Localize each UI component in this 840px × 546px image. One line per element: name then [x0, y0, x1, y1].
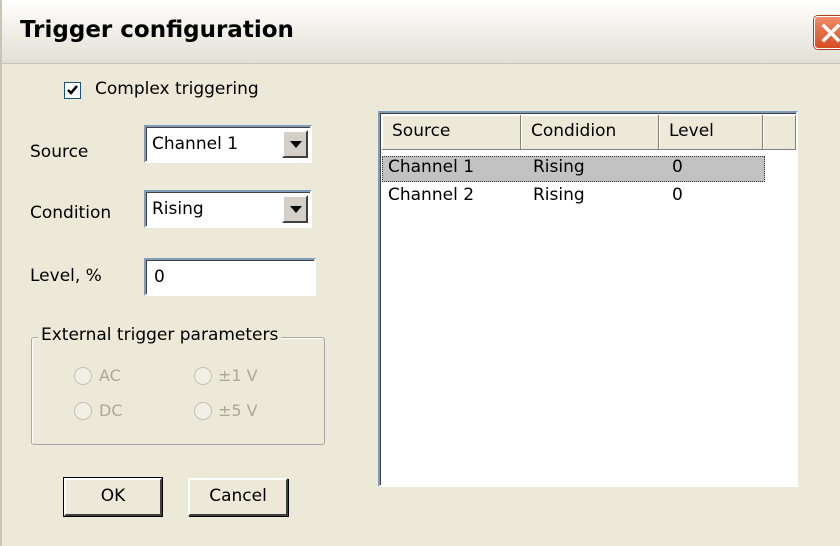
- cell-condition: Rising: [533, 157, 585, 177]
- 1v-radio[interactable]: [194, 367, 212, 385]
- source-value: Channel 1: [152, 134, 239, 154]
- dc-radio[interactable]: [74, 402, 92, 420]
- column-header-level[interactable]: Level: [659, 115, 763, 150]
- cell-level: 0: [672, 157, 683, 177]
- trigger-list[interactable]: Source Condidion Level Channel 1 Rising …: [378, 111, 798, 487]
- source-dropdown-button[interactable]: [282, 130, 308, 158]
- column-header-condition[interactable]: Condidion: [521, 115, 659, 150]
- source-label: Source: [30, 142, 89, 162]
- checkmark-icon: [67, 85, 78, 95]
- level-value: 0: [154, 267, 165, 287]
- chevron-down-icon: [290, 141, 302, 148]
- table-row[interactable]: Channel 1 Rising 0: [382, 156, 765, 182]
- cancel-button[interactable]: Cancel: [188, 478, 288, 516]
- 5v-label: ±5 V: [218, 401, 258, 420]
- close-icon: [821, 23, 840, 43]
- complex-triggering-label[interactable]: Complex triggering: [95, 79, 259, 99]
- ac-radio[interactable]: [74, 367, 92, 385]
- level-input[interactable]: 0: [144, 258, 316, 296]
- ok-button[interactable]: OK: [63, 477, 163, 517]
- ac-label: AC: [99, 366, 121, 385]
- external-trigger-group: [31, 337, 325, 445]
- condition-value: Rising: [152, 199, 204, 219]
- cell-source: Channel 2: [388, 185, 475, 205]
- cell-source: Channel 1: [388, 157, 475, 177]
- 1v-label: ±1 V: [218, 366, 258, 385]
- column-header-source[interactable]: Source: [382, 115, 521, 150]
- external-trigger-title: External trigger parameters: [38, 325, 282, 345]
- dc-label: DC: [99, 401, 123, 420]
- chevron-down-icon: [290, 206, 302, 213]
- cell-level: 0: [672, 185, 683, 205]
- close-button[interactable]: [814, 16, 840, 49]
- cell-condition: Rising: [533, 185, 585, 205]
- dialog-title: Trigger configuration: [20, 17, 294, 43]
- level-label: Level, %: [30, 266, 102, 286]
- table-row[interactable]: Channel 2 Rising 0: [382, 184, 765, 210]
- complex-triggering-checkbox[interactable]: [64, 82, 81, 99]
- 5v-radio[interactable]: [194, 402, 212, 420]
- source-select[interactable]: Channel 1: [144, 125, 312, 163]
- condition-dropdown-button[interactable]: [282, 195, 308, 223]
- trigger-configuration-dialog: Trigger configuration Complex triggering…: [0, 0, 840, 546]
- title-bar[interactable]: Trigger configuration: [2, 0, 840, 64]
- condition-select[interactable]: Rising: [144, 190, 312, 228]
- column-header-filler: [763, 115, 796, 150]
- condition-label: Condition: [30, 203, 112, 223]
